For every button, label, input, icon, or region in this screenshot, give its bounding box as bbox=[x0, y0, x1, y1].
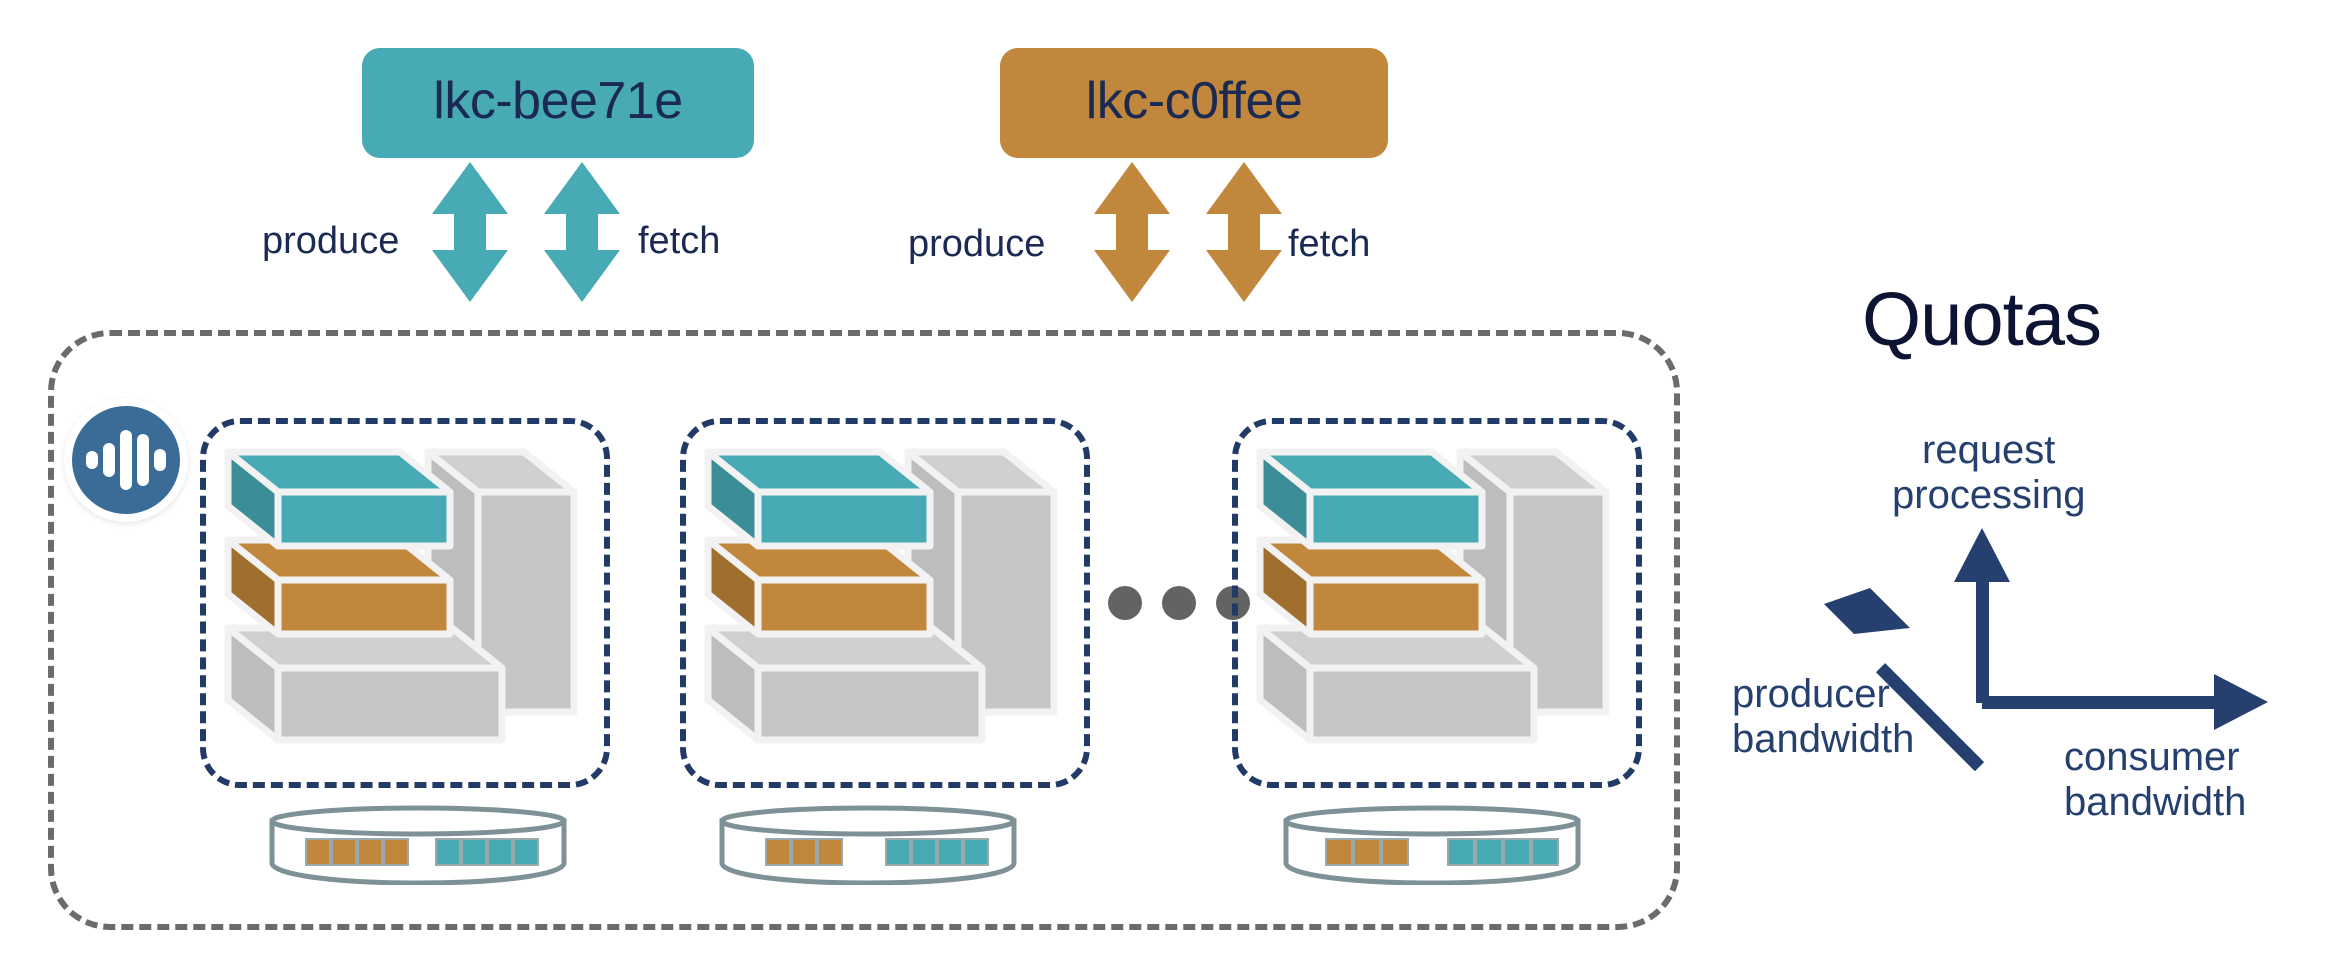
teal-slab bbox=[1256, 448, 1486, 550]
produce-arrow-icon bbox=[432, 162, 508, 302]
ellipsis-dots-icon bbox=[1108, 586, 1250, 620]
produce-label-cluster-1: produce bbox=[262, 220, 400, 262]
axis-label-consumer-bandwidth: consumer bandwidth bbox=[2064, 735, 2247, 824]
cluster-pill-lkc-c0ffee[interactable]: lkc-c0ffee bbox=[1000, 48, 1388, 158]
produce-fetch-arrows-cluster-1 bbox=[430, 162, 690, 307]
cluster-pill-label: lkc-bee71e bbox=[433, 72, 683, 130]
cluster-pill-lkc-bee71e[interactable]: lkc-bee71e bbox=[362, 48, 754, 158]
axis-label-request-processing: request processing bbox=[1892, 428, 2086, 517]
produce-fetch-arrows-cluster-2 bbox=[1092, 162, 1352, 307]
gray-base-slab bbox=[224, 624, 506, 744]
consumer-bandwidth-axis-arrow bbox=[1982, 674, 2268, 730]
ellipsis-dot bbox=[1108, 586, 1142, 620]
ochre-slab bbox=[704, 536, 934, 638]
cluster-pill-label: lkc-c0ffee bbox=[1085, 72, 1303, 130]
produce-arrow-icon bbox=[1094, 162, 1170, 302]
broker-unit-2[interactable] bbox=[680, 418, 1090, 788]
ellipsis-dot bbox=[1162, 586, 1196, 620]
quotas-title: Quotas bbox=[1862, 277, 2102, 362]
produce-label-cluster-2: produce bbox=[908, 223, 1046, 265]
broker-disk-2 bbox=[718, 805, 1018, 890]
diagram-canvas: lkc-bee71e lkc-c0ffee produce fetch prod… bbox=[0, 0, 2334, 978]
fetch-arrow-icon bbox=[1206, 162, 1282, 302]
fetch-arrow-icon bbox=[544, 162, 620, 302]
broker-unit-1[interactable] bbox=[200, 418, 610, 788]
ochre-slab bbox=[224, 536, 454, 638]
axis-label-producer-bandwidth: producer bandwidth bbox=[1732, 672, 1915, 761]
gray-base-slab bbox=[704, 624, 986, 744]
request-processing-axis-arrow bbox=[1954, 528, 2010, 703]
broker-unit-3[interactable] bbox=[1232, 418, 1642, 788]
teal-slab bbox=[704, 448, 934, 550]
gray-base-slab bbox=[1256, 624, 1538, 744]
confluent-logo-icon bbox=[64, 398, 188, 522]
broker-disk-1 bbox=[268, 805, 568, 890]
teal-slab bbox=[224, 448, 454, 550]
ochre-slab bbox=[1256, 536, 1486, 638]
broker-disk-3 bbox=[1282, 805, 1582, 890]
